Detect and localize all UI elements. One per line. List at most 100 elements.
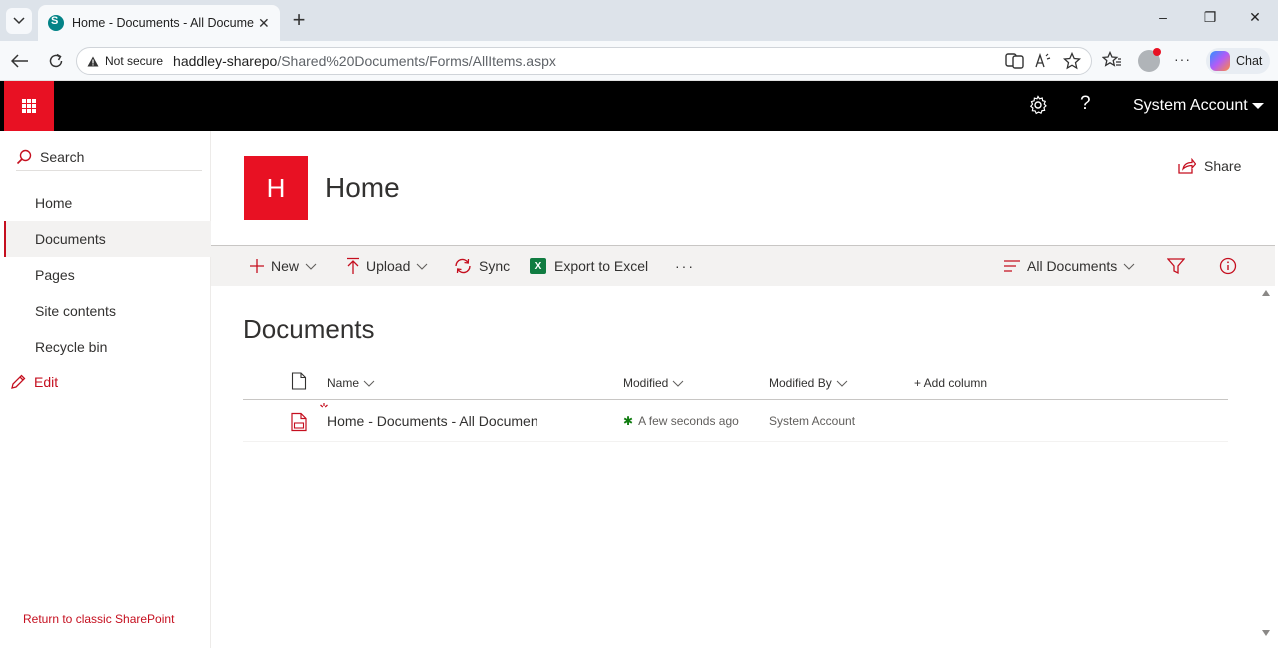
new-label: New [271,258,300,274]
plus-icon [250,259,264,273]
new-tab-button[interactable]: + [286,7,312,33]
modified-by-cell: System Account [769,414,855,428]
arrow-left-icon [11,54,28,68]
share-label: Share [1204,158,1242,174]
modified-column-header[interactable]: Modified [623,376,684,390]
minimize-button[interactable]: – [1148,9,1178,25]
chevron-down-icon [1123,263,1135,270]
column-label: Modified By [769,376,832,390]
tab-actions-button[interactable] [6,8,32,34]
upload-label: Upload [366,258,411,274]
security-indicator[interactable]: Not secure [87,54,163,68]
file-icon [291,412,307,432]
refresh-icon [49,53,63,68]
filter-icon [1167,258,1185,275]
favorite-star-icon[interactable] [1063,52,1081,70]
modified-value: A few seconds ago [638,414,739,428]
site-logo[interactable]: H [244,156,308,220]
not-secure-label: Not secure [105,54,164,68]
modified-by-column-header[interactable]: Modified By [769,376,848,390]
table-row[interactable]: Home - Documents - All Documents ✱ A few … [243,400,1228,442]
list-view-icon [1004,260,1020,272]
chevron-down-icon [836,380,848,387]
favorites-icon[interactable] [1102,51,1122,69]
upload-button[interactable]: Upload [346,246,428,286]
edit-nav-button[interactable]: Edit [10,374,58,390]
search-label: Search [40,148,85,165]
copilot-chat-button[interactable]: Chat [1206,48,1270,74]
sync-button[interactable]: Sync [453,246,510,286]
nav-item-label: Documents [35,231,106,247]
file-type-column-header[interactable] [291,372,307,390]
browser-tab-active[interactable]: Home - Documents - All Documents ✕ [38,5,280,41]
restore-button[interactable]: ❐ [1195,9,1225,26]
nav-item-label: Pages [35,267,75,283]
nav-item-home[interactable]: Home [4,185,211,221]
search-box[interactable]: Search [16,143,202,171]
new-item-indicator [319,402,329,412]
modified-by-value[interactable]: System Account [769,414,855,428]
name-column-header[interactable]: Name [327,376,375,390]
site-title[interactable]: Home [325,172,400,204]
nav-item-label: Recycle bin [35,339,108,355]
nav-item-label: Home [35,195,73,211]
waffle-icon [22,99,36,113]
export-to-excel-button[interactable]: X Export to Excel [530,246,648,286]
settings-more-button[interactable]: ··· [1174,51,1191,67]
nav-item-pages[interactable]: Pages [4,257,211,293]
settings-gear-icon[interactable] [1028,95,1048,115]
user-account-name[interactable]: System Account [1133,97,1248,115]
document-icon [291,372,307,390]
modified-cell: ✱ A few seconds ago [623,414,739,428]
app-available-icon[interactable] [1005,52,1025,70]
filter-button[interactable] [1167,246,1191,286]
back-button[interactable] [8,50,32,72]
add-column-button[interactable]: + Add column [914,376,987,390]
nav-item-documents[interactable]: Documents [4,221,211,257]
search-icon [16,149,32,164]
return-to-classic-link[interactable]: Return to classic SharePoint [23,612,174,626]
scroll-up-arrow[interactable] [1262,290,1270,296]
suite-bar: ? System Account [0,81,1278,131]
share-button[interactable]: Share [1178,158,1241,174]
profile-avatar[interactable] [1138,48,1161,72]
caret-down-icon[interactable] [1252,103,1264,109]
url-host: haddley-sharepo [173,53,278,69]
upload-arrow-icon [347,257,359,274]
scroll-down-arrow[interactable] [1262,630,1270,636]
sharepoint-favicon-icon [48,15,64,31]
new-button[interactable]: New [249,246,317,286]
help-button[interactable]: ? [1080,93,1091,115]
browser-tab-bar: Home - Documents - All Documents ✕ + – ❐… [0,0,1278,41]
chevron-down-icon [363,380,375,387]
view-switcher[interactable]: All Documents [1003,246,1135,286]
address-bar[interactable]: Not secure haddley-sharepo/Shared%20Docu… [76,47,1092,75]
pencil-icon [11,374,26,389]
column-label: Modified [623,376,669,390]
read-aloud-icon[interactable] [1035,53,1053,69]
nav-item-recycle-bin[interactable]: Recycle bin [4,329,211,365]
chevron-down-icon [416,263,428,270]
file-name-link[interactable]: Home - Documents - All Documents [327,413,537,429]
copilot-icon [1210,51,1230,71]
app-launcher-button[interactable] [4,81,54,131]
recently-modified-icon: ✱ [623,414,634,428]
edit-label: Edit [34,374,59,390]
tab-title: Home - Documents - All Documents [72,16,254,30]
name-cell[interactable]: Home - Documents - All Documents [327,413,537,429]
refresh-button[interactable] [44,50,68,72]
file-type-cell [289,412,309,432]
close-tab-button[interactable]: ✕ [258,15,270,32]
more-commands-button[interactable]: ··· [675,246,695,286]
close-window-button[interactable]: ✕ [1240,9,1270,26]
notification-dot [1153,48,1161,56]
nav-item-label: Site contents [35,303,116,319]
nav-item-site-contents[interactable]: Site contents [4,293,211,329]
chevron-down-icon [305,263,317,270]
details-pane-button[interactable] [1219,246,1243,286]
info-icon [1219,257,1237,275]
chevron-down-icon [673,380,684,387]
excel-icon: X [530,258,546,274]
url-path: /Shared%20Documents/Forms/AllItems.aspx [277,53,556,69]
address-bar-actions [1005,52,1081,70]
